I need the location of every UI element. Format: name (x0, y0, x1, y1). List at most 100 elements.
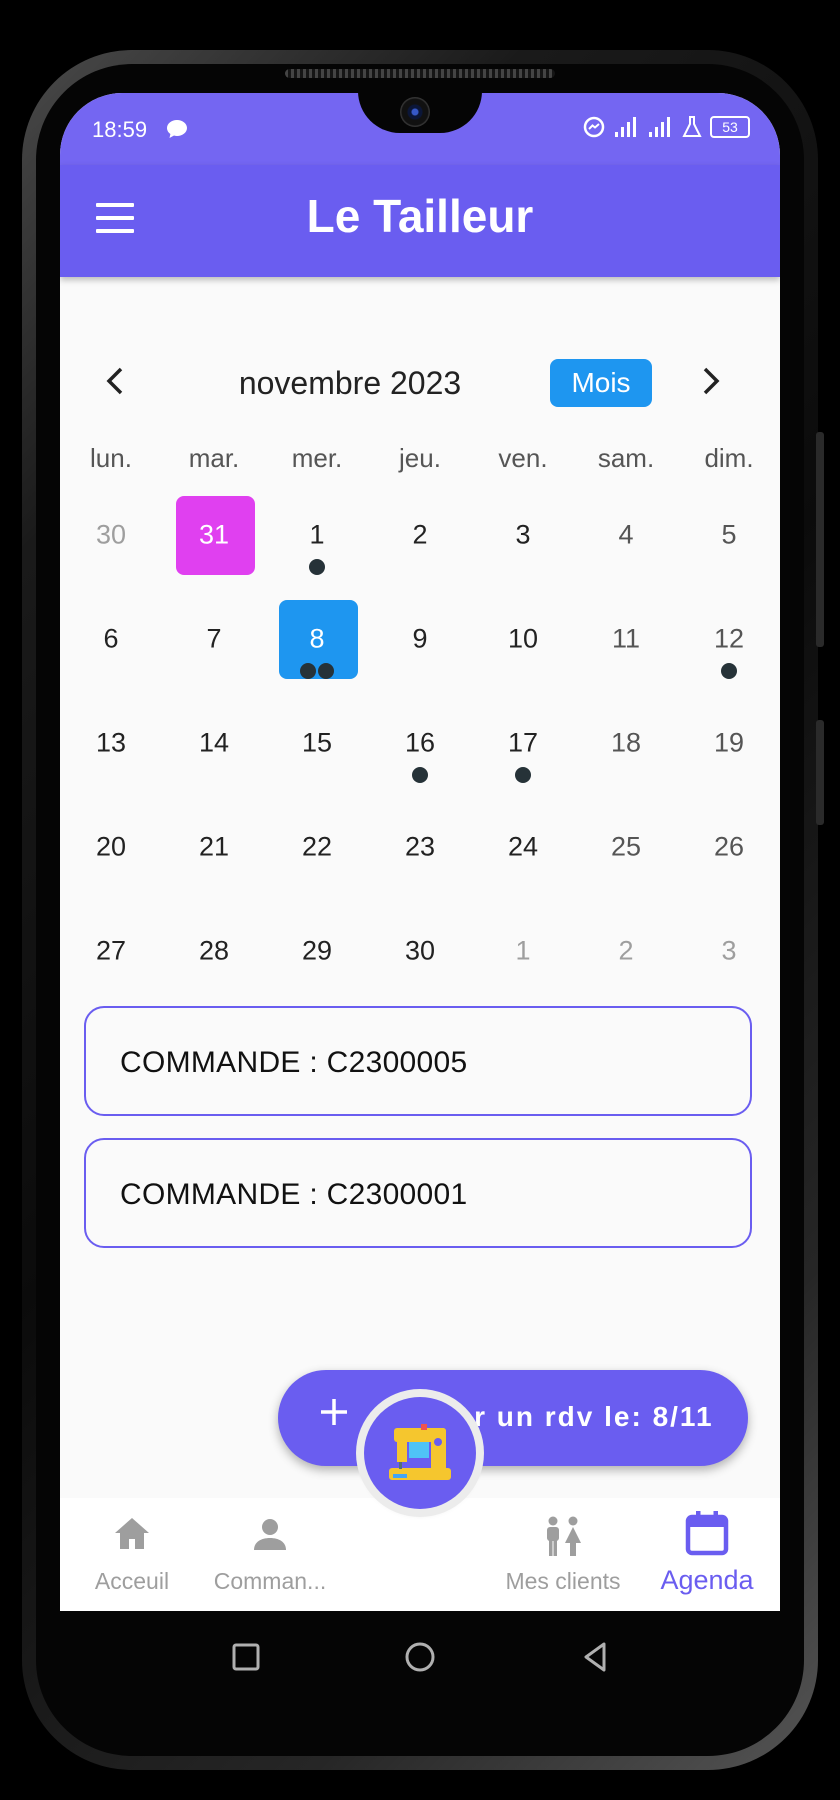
day-number: 18 (610, 727, 642, 758)
event-markers (678, 663, 780, 679)
event-markers (369, 767, 471, 783)
calendar-day[interactable]: 11 (575, 587, 677, 691)
day-number: 3 (515, 519, 531, 550)
calendar-day[interactable]: 30 (60, 483, 162, 587)
calendar-day[interactable]: 26 (678, 795, 780, 899)
dow-label: mer. (291, 443, 343, 473)
signal-icon (615, 117, 636, 137)
calendar-day[interactable]: 19 (678, 691, 780, 795)
event-label: COMMANDE : C2300005 (120, 1046, 468, 1079)
calendar-day[interactable]: 13 (60, 691, 162, 795)
sewing-machine-icon (389, 1424, 451, 1480)
front-camera (400, 97, 430, 127)
home-button-icon[interactable] (400, 1637, 440, 1677)
day-number: 30 (404, 935, 436, 966)
calendar-header: novembre 2023 Mois (60, 355, 780, 415)
volume-button (816, 432, 824, 647)
calendar-grid: 30 31 1 2 3 4 5 6 7 8 9 10 11 12 13 14 15 16 17 18 19 20 21 22 2… (60, 483, 780, 1003)
nav-item-acceuil[interactable]: Acceuil (60, 1498, 207, 1611)
calendar-day[interactable]: 7 (163, 587, 265, 691)
day-number: 19 (713, 727, 745, 758)
nav-item-mes-clients[interactable]: Mes clients (488, 1498, 638, 1611)
day-number: 17 (507, 727, 539, 758)
calendar-day[interactable]: 31 (163, 483, 265, 587)
event-card[interactable]: COMMANDE : C2300001 (84, 1138, 752, 1248)
calendar-day[interactable]: 21 (163, 795, 265, 899)
person-icon (254, 1519, 286, 1550)
calendar-day[interactable]: 3 (678, 899, 780, 1003)
calendar-day[interactable]: 12 (678, 587, 780, 691)
day-number: 25 (610, 831, 642, 862)
calendar-day[interactable]: 18 (575, 691, 677, 795)
day-number: 15 (301, 727, 333, 758)
calendar-day[interactable]: 28 (163, 899, 265, 1003)
day-number: 7 (206, 623, 222, 654)
calendar-day[interactable]: 17 (472, 691, 574, 795)
calendar-day[interactable]: 24 (472, 795, 574, 899)
recents-icon[interactable] (226, 1637, 266, 1677)
day-number: 3 (721, 935, 737, 966)
calendar-day[interactable]: 5 (678, 483, 780, 587)
day-number: 16 (404, 727, 436, 758)
day-number: 11 (611, 623, 641, 654)
calendar-day[interactable]: 25 (575, 795, 677, 899)
calendar-day[interactable]: 20 (60, 795, 162, 899)
home-icon (115, 1518, 149, 1549)
day-number: 2 (412, 519, 428, 550)
calendar-day[interactable]: 15 (266, 691, 368, 795)
day-number: 13 (95, 727, 127, 758)
signal-icon-2 (649, 117, 670, 137)
dow-label: dim. (704, 443, 754, 473)
day-number: 28 (198, 935, 230, 966)
day-number: 5 (721, 519, 737, 550)
nav-item-agenda[interactable]: Agenda (632, 1498, 780, 1611)
calendar-day[interactable]: 14 (163, 691, 265, 795)
back-icon[interactable] (576, 1637, 616, 1677)
day-number: 1 (515, 935, 531, 966)
event-card[interactable]: COMMANDE : C2300005 (84, 1006, 752, 1116)
calendar-day[interactable]: 27 (60, 899, 162, 1003)
day-number: 2 (618, 935, 634, 966)
event-marker (318, 663, 334, 679)
calendar-day[interactable]: 22 (266, 795, 368, 899)
nav-label: Mes clients (505, 1568, 621, 1594)
event-markers (472, 767, 574, 783)
day-number: 29 (301, 935, 333, 966)
nav-item-commandes[interactable]: Comman... (195, 1498, 345, 1611)
add-appointment-button[interactable]: Ajouter un rdv le: 8/11 (278, 1370, 748, 1466)
nav-label: Acceuil (94, 1568, 170, 1594)
calendar-day[interactable]: 30 (369, 899, 471, 1003)
calendar-day[interactable]: 23 (369, 795, 471, 899)
calendar-day[interactable]: 4 (575, 483, 677, 587)
event-markers (266, 663, 368, 679)
sewing-machine-button[interactable] (364, 1397, 476, 1509)
day-number: 21 (198, 831, 230, 862)
calendar-day[interactable]: 2 (575, 899, 677, 1003)
format-toggle-button[interactable]: Mois (550, 359, 652, 407)
calendar-day[interactable]: 29 (266, 899, 368, 1003)
calendar-day[interactable]: 1 (472, 899, 574, 1003)
calendar-day[interactable]: 3 (472, 483, 574, 587)
day-number: 10 (507, 623, 539, 654)
power-button (816, 720, 824, 825)
calendar-day[interactable]: 6 (60, 587, 162, 691)
event-marker (515, 767, 531, 783)
calendar-day[interactable]: 9 (369, 587, 471, 691)
event-marker (721, 663, 737, 679)
dow-label: sam. (597, 443, 655, 473)
days-of-week: lun. mar. mer. jeu. ven. sam. dim. (60, 443, 780, 483)
status-bar: 18:59 53 (60, 93, 780, 165)
chevron-right-icon[interactable] (690, 361, 730, 401)
day-number: 9 (412, 623, 428, 654)
calendar-day[interactable]: 1 (266, 483, 368, 587)
dow-label: jeu. (399, 443, 441, 473)
calendar-day[interactable]: 8 (266, 587, 368, 691)
calendar-day[interactable]: 10 (472, 587, 574, 691)
app-bar: Le Tailleur (60, 165, 780, 277)
calendar-day[interactable]: 2 (369, 483, 471, 587)
bottom-nav: Acceuil Comman... Mes clients Agenda (60, 1498, 780, 1611)
calendar-day[interactable]: 16 (369, 691, 471, 795)
chevron-left-icon[interactable] (96, 361, 136, 401)
day-number: 26 (713, 831, 745, 862)
event-markers (266, 559, 368, 575)
